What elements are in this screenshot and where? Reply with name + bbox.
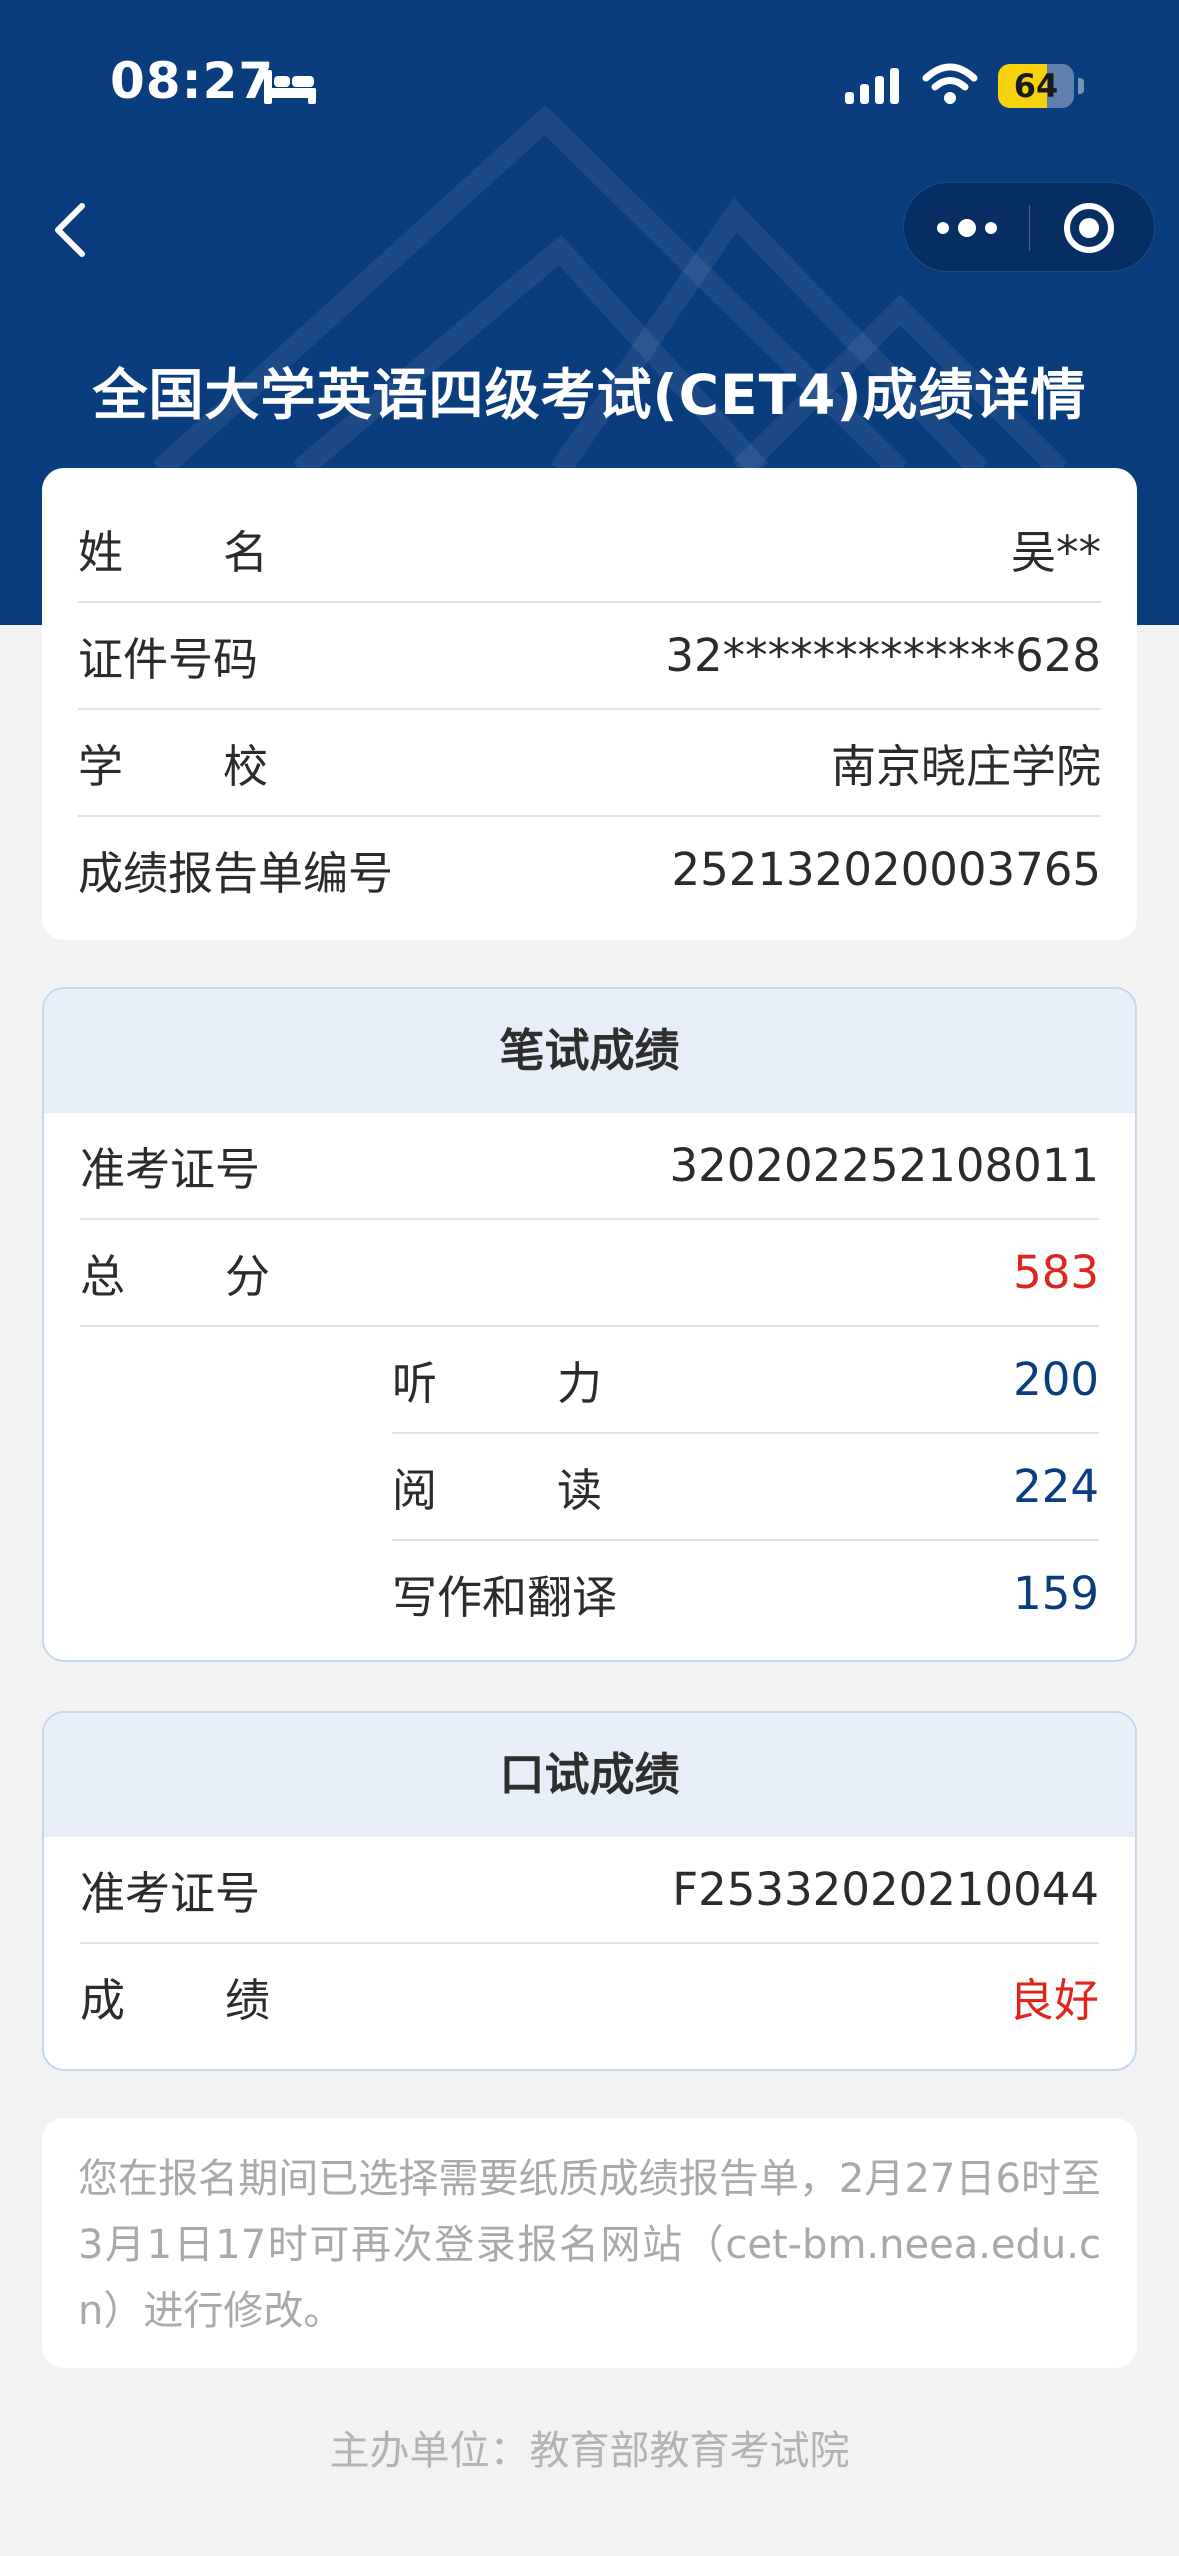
id-value: 32*************628 (665, 629, 1101, 682)
school-value: 南京晓庄学院 (830, 740, 1101, 793)
written-ticket-value: 320202252108011 (669, 1139, 1099, 1192)
oral-score-title: 口试成绩 (44, 1713, 1135, 1837)
page-title: 全国大学英语四级考试(CET4)成绩详情 (92, 363, 1087, 427)
written-row-ticket: 准考证号 320202252108011 (80, 1113, 1099, 1220)
written-score-card: 笔试成绩 准考证号 320202252108011 总分 583 听力 200 … (42, 987, 1137, 1662)
signal-icon (845, 68, 899, 104)
written-row-listening: 听力 200 (392, 1327, 1099, 1434)
personal-info-card: 姓名 吴** 证件号码 32*************628 学校 南京晓庄学院… (42, 468, 1137, 940)
status-bar: 08:27 64 (0, 0, 1179, 170)
report-label: 成绩报告单编号 (78, 847, 394, 900)
id-label: 证件号码 (78, 633, 259, 686)
oral-row-grade: 成绩 良好 (80, 1944, 1099, 2049)
name-label: 姓名 (78, 526, 268, 579)
report-value: 252132020003765 (671, 843, 1101, 896)
written-row-total: 总分 583 (80, 1220, 1099, 1327)
info-row-report: 成绩报告单编号 252132020003765 (78, 817, 1101, 922)
oral-row-ticket: 准考证号 F25332020210044 (80, 1837, 1099, 1944)
written-row-writing: 写作和翻译 159 (392, 1541, 1099, 1646)
battery-cap (1078, 78, 1084, 94)
battery-level: 64 (1013, 67, 1059, 105)
oral-ticket-value: F25332020210044 (672, 1863, 1099, 1916)
oral-ticket-label: 准考证号 (80, 1867, 261, 1920)
info-row-school: 学校 南京晓庄学院 (78, 710, 1101, 817)
written-row-reading: 阅读 224 (392, 1434, 1099, 1541)
school-label: 学校 (78, 740, 268, 793)
oral-score-card: 口试成绩 准考证号 F25332020210044 成绩 良好 (42, 1711, 1137, 2071)
name-value: 吴** (1010, 526, 1101, 579)
info-row-name: 姓名 吴** (78, 496, 1101, 603)
target-icon[interactable] (1062, 201, 1116, 255)
chevron-left-icon (55, 203, 85, 257)
wifi-icon (922, 63, 978, 104)
reading-label: 阅读 (392, 1464, 602, 1517)
battery-icon: 64 (998, 64, 1074, 108)
total-label: 总分 (80, 1250, 270, 1303)
info-row-id: 证件号码 32*************628 (78, 603, 1101, 710)
oral-grade-label: 成绩 (80, 1974, 270, 2027)
oral-grade-value: 良好 (1008, 1974, 1099, 2027)
writing-score: 159 (1013, 1567, 1099, 1620)
writing-label: 写作和翻译 (392, 1571, 618, 1624)
capsule-divider (1029, 205, 1030, 251)
bed-icon (264, 70, 316, 104)
organizer-footer: 主办单位：教育部教育考试院 (329, 2428, 850, 2474)
notice-text: 您在报名期间已选择需要纸质成绩报告单，2月27日6时至3月1日17时可再次登录报… (78, 2156, 1101, 2334)
written-ticket-label: 准考证号 (80, 1143, 261, 1196)
listening-label: 听力 (392, 1357, 602, 1410)
total-score: 583 (1013, 1246, 1099, 1299)
mini-program-capsule (903, 182, 1155, 272)
status-time: 08:27 (110, 52, 275, 110)
back-button[interactable] (40, 190, 100, 270)
reading-score: 224 (1013, 1460, 1099, 1513)
listening-score: 200 (1013, 1353, 1099, 1406)
notice-card: 您在报名期间已选择需要纸质成绩报告单，2月27日6时至3月1日17时可再次登录报… (42, 2118, 1137, 2368)
more-dots-icon[interactable] (934, 213, 1000, 243)
written-score-title: 笔试成绩 (44, 989, 1135, 1113)
